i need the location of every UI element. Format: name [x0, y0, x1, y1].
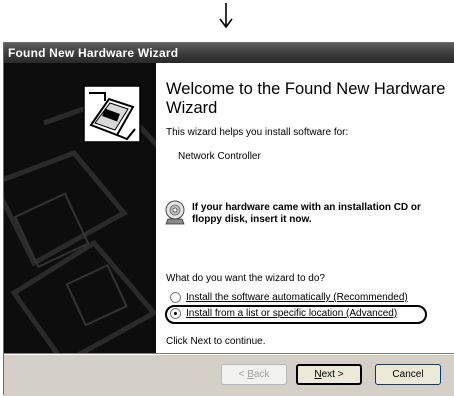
- wizard-content: Welcome to the Found New Hardware Wizard…: [156, 63, 454, 353]
- option-automatic[interactable]: Install the software automatically (Reco…: [170, 291, 450, 306]
- hardware-wizard-icon: [83, 85, 141, 143]
- cancel-button[interactable]: Cancel: [375, 364, 441, 385]
- intro-text: This wizard helps you install software f…: [166, 127, 349, 138]
- cd-prompt-text: If your hardware came with an installati…: [192, 202, 421, 225]
- back-button[interactable]: < Back: [221, 364, 287, 385]
- title-bar[interactable]: Found New Hardware Wizard: [4, 43, 454, 63]
- highlight-oval: [165, 305, 427, 324]
- window-title: Found New Hardware Wizard: [8, 46, 179, 60]
- cd-prompt: If your hardware came with an installati…: [164, 199, 449, 231]
- down-arrow-icon: [219, 3, 233, 29]
- option-automatic-label[interactable]: Install the software automatically (Reco…: [186, 291, 408, 305]
- footer-text: Click Next to continue.: [166, 336, 266, 347]
- question-text: What do you want the wizard to do?: [166, 273, 325, 284]
- next-button[interactable]: Next >: [296, 364, 362, 385]
- cd-disk-icon: [165, 200, 185, 225]
- device-name: Network Controller: [178, 151, 261, 162]
- radio-automatic[interactable]: [170, 292, 181, 303]
- wizard-window: Found New Hardware Wizard Welcome to the…: [3, 42, 454, 396]
- button-bar: < Back Next > Cancel: [4, 353, 454, 396]
- page-title: Welcome to the Found New Hardware Wizard: [166, 80, 446, 117]
- wizard-side-banner: [4, 63, 156, 353]
